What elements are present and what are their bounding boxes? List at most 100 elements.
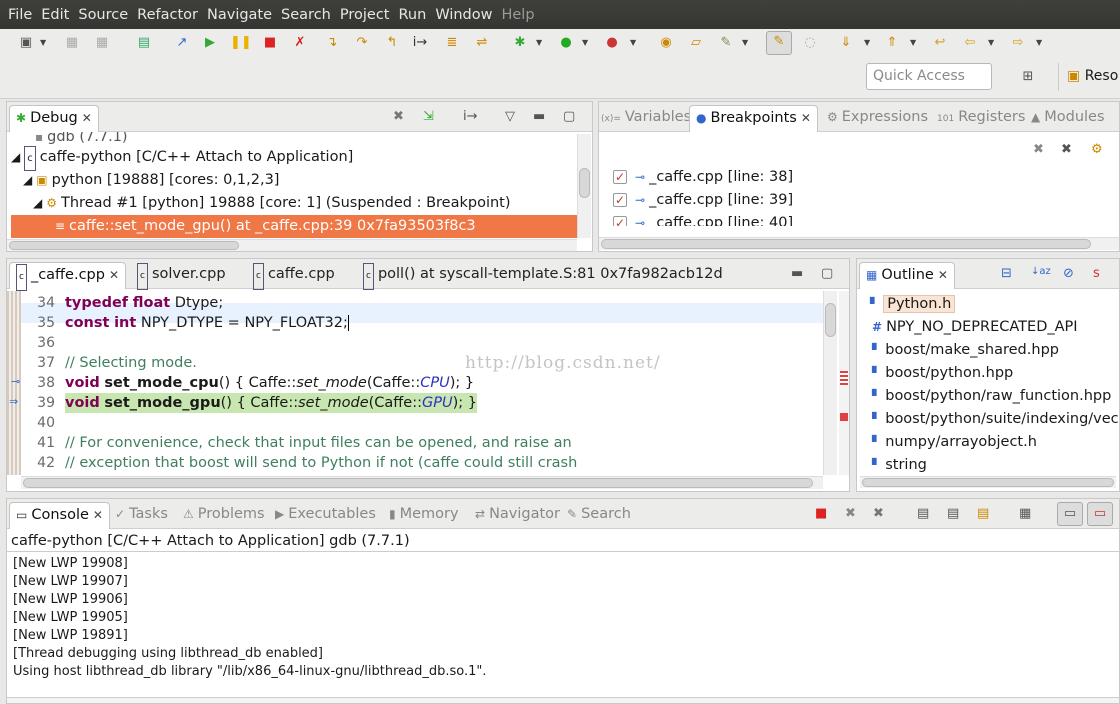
breakpoint-row[interactable]: ✓ ⊸ _caffe.cpp [line: 38] xyxy=(613,166,793,189)
tab-outline[interactable]: ▦ Outline ✕ xyxy=(859,262,955,289)
tab-modules[interactable]: ▲ Modules xyxy=(1031,105,1105,132)
scrollbar-thumb[interactable] xyxy=(601,239,1091,249)
highlight-toggle-icon[interactable]: ✎ xyxy=(766,31,792,55)
tab-problems[interactable]: ⚠ Problems xyxy=(183,502,265,529)
remove-breakpoint-icon[interactable]: ✖ xyxy=(1033,142,1044,157)
hide-static-icon[interactable]: s xyxy=(1093,266,1100,281)
scrollbar-thumb[interactable] xyxy=(23,478,813,488)
minimize-icon[interactable]: ▬ xyxy=(533,109,545,124)
quick-access-input[interactable]: Quick Access xyxy=(866,63,992,90)
perspective-button[interactable]: ▣ Reso xyxy=(1058,63,1120,91)
binary-icon[interactable]: ▤ xyxy=(134,33,154,53)
sort-icon[interactable]: ↓az xyxy=(1031,266,1051,277)
last-edit-icon[interactable]: ↩ xyxy=(930,33,950,53)
outline-item[interactable]: ▘ string xyxy=(872,454,927,477)
breakpoint-checkbox[interactable]: ✓ xyxy=(613,193,627,207)
chevron-down-icon[interactable]: ▼ xyxy=(864,33,872,53)
chevron-down-icon[interactable]: ▼ xyxy=(40,33,48,53)
scrollbar-thumb[interactable] xyxy=(579,168,590,198)
suspend-icon[interactable]: ❚❚ xyxy=(230,33,252,53)
breakpoint-overview-marker[interactable] xyxy=(840,413,848,421)
tab-solver-cpp[interactable]: c solver.cpp xyxy=(137,262,226,290)
menu-file[interactable]: File xyxy=(8,7,32,23)
next-annotation-icon[interactable]: ⇓ xyxy=(836,33,856,53)
breakpoint-checkbox[interactable]: ✓ xyxy=(613,170,627,184)
remove-terminated-icon[interactable]: ✖ xyxy=(393,109,404,124)
maximize-icon[interactable]: ▢ xyxy=(821,266,833,281)
scroll-lock-icon[interactable]: ▤ xyxy=(947,506,959,521)
instruction-step-icon[interactable]: i→ xyxy=(410,33,430,53)
close-icon[interactable]: ✕ xyxy=(93,508,103,522)
open-perspective-icon[interactable]: ⊞ xyxy=(1018,67,1038,87)
console-input-line[interactable] xyxy=(7,697,1119,703)
menu-window[interactable]: Window xyxy=(435,7,492,23)
view-menu-icon[interactable]: ▽ xyxy=(505,109,515,124)
open-type-icon[interactable]: ◉ xyxy=(656,33,676,53)
hide-fields-icon[interactable]: ⊘ xyxy=(1063,266,1074,281)
outline-item[interactable]: ▘ boost/python.hpp xyxy=(872,362,1013,385)
tab-console[interactable]: ▭ Console ✕ xyxy=(9,502,110,529)
chevron-down-icon[interactable]: ▼ xyxy=(582,33,590,53)
tree-item-launch[interactable]: ◢ c caffe-python [C/C++ Attach to Applicat… xyxy=(11,146,353,171)
outline-item[interactable]: ▘ boost/python/suite/indexing/vec xyxy=(872,408,1120,431)
clear-console-icon[interactable]: ▤ xyxy=(917,506,929,521)
menu-source[interactable]: Source xyxy=(78,7,128,23)
outline-item[interactable]: ▘ numpy/arrayobject.h xyxy=(872,431,1037,454)
scrollbar-thumb[interactable] xyxy=(862,478,1114,487)
close-icon[interactable]: ✕ xyxy=(82,111,92,125)
drop-frame-icon[interactable]: ≣ xyxy=(442,33,462,53)
tree-item-process[interactable]: ◢ ▣ python [19888] [cores: 0,1,2,3] xyxy=(23,169,279,192)
tab-navigator[interactable]: ⇄ Navigator xyxy=(475,502,560,529)
step-into-icon[interactable]: ↴ xyxy=(322,33,342,53)
debug-scrollbar[interactable] xyxy=(577,134,591,238)
terminate-icon[interactable]: ■ xyxy=(815,506,827,521)
outline-hscrollbar[interactable] xyxy=(860,476,1116,488)
breakpoint-overview-marker[interactable] xyxy=(840,371,848,385)
resume-icon[interactable]: ▶ xyxy=(200,33,220,53)
save-icon[interactable]: ▦ xyxy=(62,33,82,53)
word-wrap-icon[interactable]: ▤ xyxy=(977,506,989,521)
close-icon[interactable]: ✕ xyxy=(938,268,948,282)
tab-caffe-cpp-active[interactable]: c _caffe.cpp ✕ xyxy=(9,262,127,291)
new-icon[interactable]: ▣ xyxy=(16,33,36,53)
outline-item[interactable]: # NPY_NO_DEPRECATED_API xyxy=(872,316,1078,339)
pin-console-icon[interactable]: ▦ xyxy=(1019,506,1031,521)
outline-item[interactable]: ▘ Python.h xyxy=(870,293,956,316)
save-all-icon[interactable]: ▦ xyxy=(92,33,112,53)
close-icon[interactable]: ✕ xyxy=(109,268,119,282)
breakpoints-hscrollbar[interactable] xyxy=(599,237,1119,250)
tab-registers[interactable]: 101 Registers xyxy=(937,105,1025,132)
tab-poll[interactable]: c poll() at syscall-template.S:81 0x7fa98… xyxy=(363,262,723,290)
chevron-down-icon[interactable]: ▼ xyxy=(630,33,638,53)
tree-item-thread[interactable]: ◢ ⚙ Thread #1 [python] 19888 [core: 1] (Su… xyxy=(33,192,511,215)
tab-tasks[interactable]: ✓ Tasks xyxy=(115,502,168,529)
tab-expressions[interactable]: ⚙ Expressions xyxy=(827,105,928,132)
remove-all-breakpoints-icon[interactable]: ✖ xyxy=(1061,142,1072,157)
external-tools-icon[interactable]: ● xyxy=(602,33,622,53)
editor-scrollbar[interactable] xyxy=(823,291,837,475)
menu-project[interactable]: Project xyxy=(340,7,390,23)
tab-memory[interactable]: ▮ Memory xyxy=(389,502,459,529)
chevron-down-icon[interactable]: ▼ xyxy=(1036,33,1044,53)
chevron-down-icon[interactable]: ▼ xyxy=(988,33,996,53)
tab-debug[interactable]: ✱ Debug ✕ xyxy=(9,105,99,132)
run-icon[interactable]: ● xyxy=(556,33,576,53)
terminate-icon[interactable]: ■ xyxy=(260,33,280,53)
disconnect-icon[interactable]: ✗ xyxy=(290,33,310,53)
breakpoint-row[interactable]: ✓ ⊸ _caffe.cpp [line: 40] xyxy=(613,212,793,226)
show-breakpoints-icon[interactable]: ⚙ xyxy=(1091,142,1103,157)
tree-item-stack-frame[interactable]: ≡ caffe::set_mode_gpu() at _caffe.cpp:39 … xyxy=(11,215,577,238)
instruction-step-icon[interactable]: i→ xyxy=(463,109,478,124)
open-folder-icon[interactable]: ▱ xyxy=(686,33,706,53)
search-icon[interactable]: ✎ xyxy=(716,33,736,53)
scrollbar-thumb[interactable] xyxy=(825,303,836,337)
remove-launch-icon[interactable]: ✖ xyxy=(845,506,856,521)
breakpoint-row[interactable]: ✓ ⊸ _caffe.cpp [line: 39] xyxy=(613,189,793,212)
menu-search[interactable]: Search xyxy=(281,7,331,23)
menu-refactor[interactable]: Refactor xyxy=(137,7,198,23)
menu-help[interactable]: Help xyxy=(501,7,534,23)
menu-run[interactable]: Run xyxy=(399,7,427,23)
code-view[interactable]: 34 typedef float Dtype; 35 const int NPY… xyxy=(7,293,827,477)
tab-variables[interactable]: (x)= Variables xyxy=(601,105,691,132)
remove-all-terminated-icon[interactable]: ✖ xyxy=(873,506,884,521)
